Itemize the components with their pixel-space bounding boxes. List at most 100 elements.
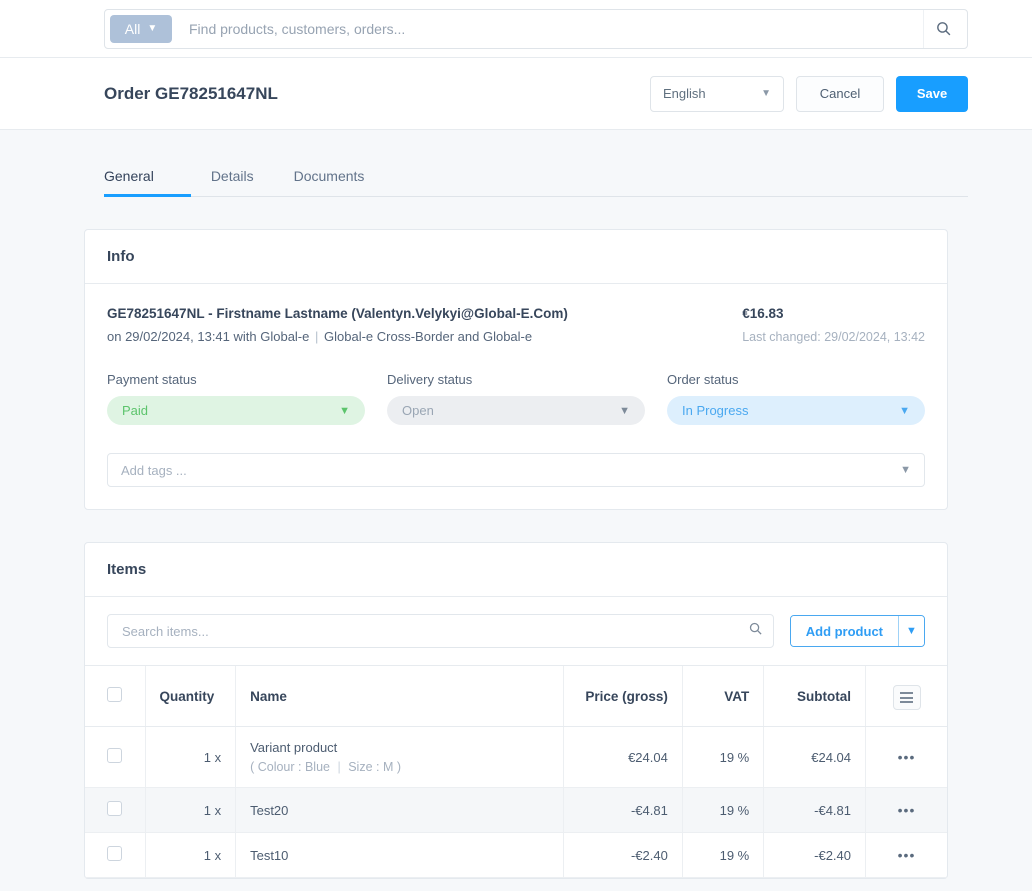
order-total-amount: €16.83: [742, 306, 784, 321]
chevron-down-icon: ▼: [761, 88, 771, 99]
chevron-down-icon: ▼: [619, 404, 630, 417]
order-meta-separator: |: [315, 329, 319, 344]
order-header: Order GE78251647NL English ▼ Cancel Save: [0, 58, 1032, 130]
search-icon[interactable]: [748, 621, 763, 641]
order-meta-suffix: Global-e Cross-Border and Global-e: [324, 329, 533, 344]
row-quantity: 1 x: [145, 726, 237, 788]
items-table-body: 1 x Variant product ( Colour : Blue | Si…: [85, 726, 947, 878]
table-row[interactable]: 1 x Variant product ( Colour : Blue | Si…: [85, 726, 947, 788]
row-checkbox[interactable]: [107, 748, 123, 763]
row-context-menu-icon[interactable]: •••: [898, 802, 916, 818]
order-meta-line: on 29/02/2024, 13:41 with Global-e | Glo…: [107, 329, 568, 344]
status-row: Payment status Paid ▼ Delivery status Op…: [107, 372, 925, 425]
items-card-title: Items: [85, 543, 947, 597]
table-row[interactable]: 1 x Test10 -€2.40 19 % -€2.40 •••: [85, 832, 947, 878]
tags-placeholder: Add tags ...: [121, 462, 187, 478]
row-price: -€2.40: [563, 832, 683, 878]
tags-select[interactable]: Add tags ... ▼: [107, 453, 925, 487]
tab-general[interactable]: General: [104, 162, 191, 197]
items-table-head: Quantity Name Price (gross) VAT Subtotal: [85, 666, 947, 727]
row-actions-cell: •••: [865, 726, 947, 788]
row-actions-cell: •••: [865, 832, 947, 878]
tab-bar: General Details Documents: [104, 162, 968, 197]
hamburger-icon[interactable]: [892, 685, 921, 710]
row-vat: 19 %: [682, 832, 765, 878]
chevron-down-icon: ▼: [899, 404, 910, 417]
info-card-title: Info: [85, 230, 947, 284]
delivery-status-select[interactable]: Open ▼: [387, 396, 645, 425]
info-summary-right: €16.83 Last changed: 29/02/2024, 13:42: [742, 306, 925, 344]
payment-status-value: Paid: [122, 403, 149, 418]
add-product-button[interactable]: Add product: [790, 616, 898, 646]
row-subtotal: -€2.40: [763, 832, 867, 878]
row-actions-cell: •••: [865, 787, 947, 833]
info-card-body: GE78251647NL - Firstname Lastname (Valen…: [85, 284, 947, 509]
row-variant-options: ( Colour : Blue | Size : M ): [250, 760, 549, 774]
info-summary: GE78251647NL - Firstname Lastname (Valen…: [107, 306, 925, 344]
order-summary-line: GE78251647NL - Firstname Lastname (Valen…: [107, 306, 568, 321]
row-context-menu-icon[interactable]: •••: [898, 847, 916, 863]
tab-documents[interactable]: Documents: [274, 162, 385, 196]
row-variant-second: Size : M ): [348, 760, 402, 774]
global-search-bar: All ▼: [0, 0, 1032, 58]
row-variant-first: ( Colour : Blue: [250, 760, 330, 774]
order-status-value: In Progress: [682, 403, 749, 418]
row-name-cell: Test10: [235, 832, 564, 878]
column-header-name[interactable]: Name: [235, 666, 564, 727]
language-select[interactable]: English ▼: [650, 75, 784, 112]
select-all-header: [85, 666, 146, 727]
add-product-caret-icon[interactable]: ▼: [898, 616, 924, 646]
column-header-price[interactable]: Price (gross): [563, 666, 683, 727]
search-icon[interactable]: [923, 9, 963, 48]
row-price: €24.04: [563, 726, 683, 788]
items-toolbar: Add product ▼: [85, 597, 947, 666]
items-card: Items Add product ▼ Quantity Name Price …: [84, 542, 948, 879]
payment-status-label: Payment status: [107, 372, 197, 387]
order-status-group: Order status In Progress ▼: [667, 372, 925, 425]
row-price: -€4.81: [563, 787, 683, 833]
chevron-down-icon: ▼: [147, 22, 158, 34]
payment-status-select[interactable]: Paid ▼: [107, 396, 365, 425]
order-last-changed: Last changed: 29/02/2024, 13:42: [742, 330, 925, 344]
global-search-input[interactable]: [172, 20, 923, 37]
row-select-cell: [85, 832, 146, 878]
page-title: Order GE78251647NL: [104, 83, 278, 103]
row-quantity: 1 x: [145, 832, 237, 878]
add-product-split-button: Add product ▼: [789, 615, 925, 647]
select-all-checkbox[interactable]: [107, 687, 123, 702]
order-status-label: Order status: [667, 372, 739, 387]
global-search-container: All ▼: [104, 8, 968, 49]
column-settings-header: [865, 666, 947, 727]
cancel-button[interactable]: Cancel: [796, 75, 884, 112]
row-checkbox[interactable]: [107, 801, 123, 816]
search-scope-dropdown[interactable]: All ▼: [110, 14, 172, 43]
column-header-vat[interactable]: VAT: [682, 666, 765, 727]
row-variant-separator: |: [337, 760, 341, 774]
chevron-down-icon: ▼: [339, 404, 350, 417]
delivery-status-label: Delivery status: [387, 372, 473, 387]
language-select-value: English: [663, 86, 706, 101]
row-product-name: Test10: [250, 847, 289, 863]
row-name-cell: Variant product ( Colour : Blue | Size :…: [235, 726, 564, 788]
row-vat: 19 %: [682, 726, 765, 788]
items-search-input[interactable]: [122, 623, 748, 639]
payment-status-group: Payment status Paid ▼: [107, 372, 365, 425]
row-checkbox[interactable]: [107, 846, 123, 861]
row-context-menu-icon[interactable]: •••: [898, 749, 916, 765]
tab-details[interactable]: Details: [191, 162, 274, 196]
search-scope-label: All: [124, 20, 141, 37]
chevron-down-icon: ▼: [900, 464, 911, 476]
save-button[interactable]: Save: [896, 75, 968, 112]
delivery-status-group: Delivery status Open ▼: [387, 372, 645, 425]
row-subtotal: €24.04: [763, 726, 867, 788]
row-product-name: Test20: [250, 802, 289, 818]
column-header-quantity[interactable]: Quantity: [145, 666, 237, 727]
table-row[interactable]: 1 x Test20 -€4.81 19 % -€4.81 •••: [85, 787, 947, 833]
delivery-status-value: Open: [402, 403, 434, 418]
header-actions: English ▼ Cancel Save: [650, 75, 968, 112]
row-select-cell: [85, 726, 146, 788]
order-status-select[interactable]: In Progress ▼: [667, 396, 925, 425]
row-quantity: 1 x: [145, 787, 237, 833]
column-header-subtotal[interactable]: Subtotal: [763, 666, 867, 727]
order-meta-prefix: on 29/02/2024, 13:41 with Global-e: [107, 329, 310, 344]
